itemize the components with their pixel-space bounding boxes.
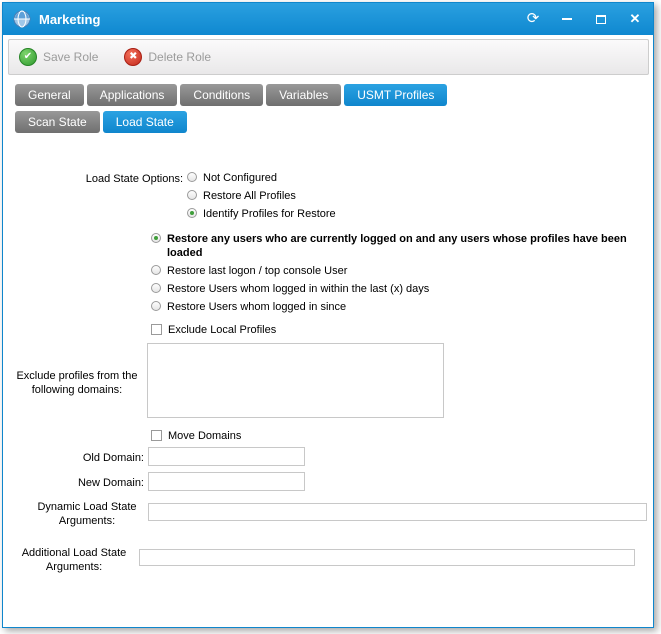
radio-restore-since[interactable]: Restore Users whom logged in since: [151, 300, 641, 314]
checkbox-label: Exclude Local Profiles: [168, 323, 276, 337]
checkbox-icon[interactable]: [151, 324, 162, 335]
dynamic-args-input[interactable]: [148, 503, 647, 521]
dialog-window: Marketing ⟳ ✕ ✔ Save Role ✖ Delete Role …: [2, 2, 654, 628]
radio-not-configured[interactable]: Not Configured: [187, 171, 336, 185]
radio-restore-last-logon[interactable]: Restore last logon / top console User: [151, 264, 641, 278]
minimize-button[interactable]: [559, 11, 575, 27]
save-role-button[interactable]: ✔ Save Role: [19, 48, 98, 66]
old-domain-input[interactable]: [148, 447, 305, 466]
refresh-button[interactable]: ⟳: [525, 11, 541, 27]
delete-x-icon: ✖: [124, 48, 142, 66]
load-state-options-group: Not Configured Restore All Profiles Iden…: [187, 171, 336, 225]
radio-label: Not Configured: [203, 171, 277, 185]
radio-label: Restore any users who are currently logg…: [167, 232, 637, 260]
radio-identify-profiles[interactable]: Identify Profiles for Restore: [187, 207, 336, 221]
restore-users-group: Restore any users who are currently logg…: [151, 232, 641, 318]
radio-icon[interactable]: [187, 172, 197, 182]
tab-usmt-profiles[interactable]: USMT Profiles: [344, 84, 447, 106]
tab-applications[interactable]: Applications: [87, 84, 178, 106]
tab-variables[interactable]: Variables: [266, 84, 341, 106]
exclude-local-profiles-checkbox[interactable]: Exclude Local Profiles: [151, 323, 276, 337]
radio-label: Restore Users whom logged in since: [167, 300, 346, 314]
dynamic-args-label: Dynamic Load State Arguments:: [29, 500, 145, 528]
checkbox-icon[interactable]: [151, 430, 162, 441]
toolbar: ✔ Save Role ✖ Delete Role: [8, 39, 649, 75]
tab-load-state[interactable]: Load State: [103, 111, 187, 133]
move-domains-checkbox[interactable]: Move Domains: [151, 429, 241, 443]
exclude-domains-textarea[interactable]: [147, 343, 444, 418]
additional-args-label: Additional Load State Arguments:: [13, 546, 135, 574]
checkbox-label: Move Domains: [168, 429, 241, 443]
minimize-icon: [562, 18, 572, 20]
radio-restore-all-profiles[interactable]: Restore All Profiles: [187, 189, 336, 203]
window-controls: ⟳ ✕: [525, 11, 643, 27]
old-domain-label: Old Domain:: [23, 451, 144, 465]
delete-role-button[interactable]: ✖ Delete Role: [124, 48, 211, 66]
save-check-icon: ✔: [19, 48, 37, 66]
radio-icon[interactable]: [151, 283, 161, 293]
radio-icon[interactable]: [187, 208, 197, 218]
window-title: Marketing: [39, 12, 100, 27]
exclude-domains-label: Exclude profiles from the following doma…: [11, 369, 143, 397]
tab-strip-usmt: Scan State Load State: [15, 111, 187, 133]
maximize-icon: [596, 15, 606, 24]
tab-conditions[interactable]: Conditions: [180, 84, 263, 106]
radio-icon[interactable]: [151, 265, 161, 275]
radio-restore-last-x-days[interactable]: Restore Users whom logged in within the …: [151, 282, 641, 296]
tab-general[interactable]: General: [15, 84, 84, 106]
title-bar[interactable]: Marketing ⟳ ✕: [3, 3, 653, 35]
load-state-options-label: Load State Options:: [23, 172, 183, 186]
new-domain-label: New Domain:: [23, 476, 144, 490]
maximize-button[interactable]: [593, 11, 609, 27]
radio-label: Restore Users whom logged in within the …: [167, 282, 429, 296]
radio-restore-logged-on-users[interactable]: Restore any users who are currently logg…: [151, 232, 641, 260]
close-button[interactable]: ✕: [627, 11, 643, 27]
tab-strip-main: General Applications Conditions Variable…: [15, 84, 447, 106]
radio-icon[interactable]: [187, 190, 197, 200]
delete-role-label: Delete Role: [148, 50, 211, 64]
radio-label: Restore last logon / top console User: [167, 264, 347, 278]
radio-label: Restore All Profiles: [203, 189, 296, 203]
tab-scan-state[interactable]: Scan State: [15, 111, 100, 133]
radio-icon[interactable]: [151, 233, 161, 243]
radio-label: Identify Profiles for Restore: [203, 207, 336, 221]
save-role-label: Save Role: [43, 50, 98, 64]
additional-args-input[interactable]: [139, 549, 635, 566]
radio-icon[interactable]: [151, 301, 161, 311]
new-domain-input[interactable]: [148, 472, 305, 491]
app-icon: [13, 10, 31, 28]
